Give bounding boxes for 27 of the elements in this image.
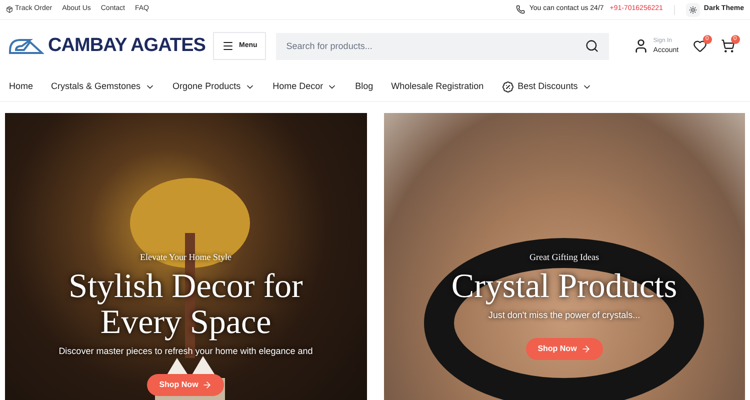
banner-title: Stylish Decor for Every Space — [68, 268, 304, 340]
banner-subtitle: Discover master pieces to refresh your home with elegance and — [58, 344, 313, 358]
nav-link[interactable]: Home Decor — [272, 80, 338, 94]
banner-kicker: Elevate Your Home Style — [140, 251, 232, 264]
nav-link[interactable]: Blog — [355, 80, 374, 94]
nav-link[interactable]: Crystals & Gemstones — [51, 80, 155, 94]
nav-link[interactable]: Best Discounts — [502, 80, 592, 94]
menu-icon — [222, 40, 234, 52]
search-field[interactable]: Search for products... — [276, 32, 610, 60]
banner-subtitle: Just don't miss the power of crystals... — [488, 308, 640, 322]
user-icon[interactable] — [633, 38, 650, 54]
nav-link[interactable]: Orgone Products — [172, 80, 255, 94]
cart-icon[interactable] — [720, 39, 735, 53]
nav-link[interactable]: Wholesale Registration — [391, 80, 484, 94]
logo-icon — [8, 37, 44, 55]
nav-link[interactable]: Home — [9, 80, 34, 94]
heart-icon[interactable] — [692, 39, 707, 53]
phone-icon — [516, 5, 526, 14]
arrow-right-icon — [202, 380, 212, 390]
sun-icon — [688, 6, 697, 14]
arrow-right-icon — [580, 344, 591, 354]
package-icon — [6, 6, 13, 13]
logo-text: CAMBAY AGATES — [48, 34, 206, 58]
theme-icon-background[interactable] — [686, 2, 700, 16]
discount-icon — [502, 80, 514, 92]
banner-kicker: Great Gifting Ideas — [530, 251, 599, 264]
search-icon[interactable] — [585, 38, 600, 52]
